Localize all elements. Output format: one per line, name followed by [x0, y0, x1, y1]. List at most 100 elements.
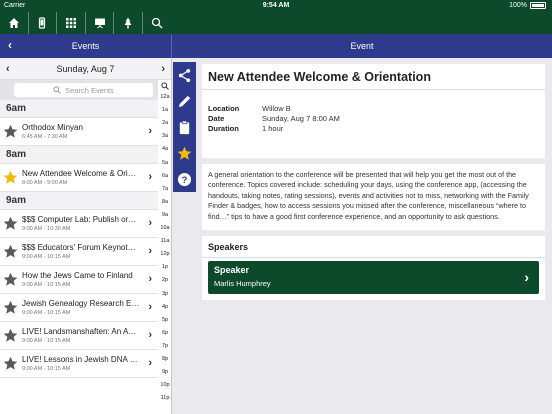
event-description: A general orientation to the conference …: [202, 164, 545, 231]
hour-index-item[interactable]: 4a: [158, 146, 171, 152]
speakers-section: Speakers Speaker Marlis Humphrey ›: [202, 236, 545, 301]
unstarred-icon[interactable]: [3, 356, 18, 371]
hour-index-item[interactable]: 4p: [158, 304, 171, 310]
duration-value: 1 hour: [262, 124, 284, 133]
speaker-name: Marlis Humphrey: [214, 279, 271, 289]
hour-index-item[interactable]: 7a: [158, 186, 171, 192]
hour-index-item[interactable]: 11p: [158, 395, 171, 401]
search-placeholder: Search Events: [65, 85, 114, 95]
search-input[interactable]: Search Events: [14, 83, 153, 97]
battery-icon: [530, 2, 546, 9]
event-header: Event: [172, 34, 552, 58]
hour-index-item[interactable]: 1a: [158, 107, 171, 113]
unstarred-icon[interactable]: [3, 300, 18, 315]
event-summary-card: New Attendee Welcome & Orientation Locat…: [202, 64, 545, 158]
section-header: 9am: [0, 192, 158, 210]
home-icon[interactable]: [0, 12, 29, 34]
event-time: 9:00 AM - 10:30 AM: [22, 226, 71, 232]
hour-index[interactable]: 12a 1a 2a 3a 4a 5a 6a 7a 8a 9a 10a 11a 12p 1p 2p 3p 4p 5p…: [158, 80, 171, 414]
event-detail: New Attendee Welcome & Orientation Locat…: [202, 64, 545, 301]
date-navigator: ‹ Sunday, Aug 7 ›: [0, 58, 171, 80]
hour-index-item[interactable]: 10p: [158, 382, 171, 388]
hour-index-item[interactable]: 3a: [158, 133, 171, 139]
event-time: 6:45 AM - 7:30 AM: [22, 134, 68, 140]
event-time: 9:00 AM - 10:15 AM: [22, 282, 71, 288]
back-chevron-icon[interactable]: ‹: [8, 34, 12, 56]
section-header: 8am: [0, 146, 158, 164]
hour-index-item[interactable]: 12p: [158, 251, 171, 257]
event-time: 9:00 AM - 10:15 AM: [22, 338, 71, 344]
star-icon[interactable]: [173, 140, 196, 166]
event-title: LIVE! Lessons in Jewish DNA –…: [22, 355, 140, 364]
section-header: 6am: [0, 100, 158, 118]
hour-index-item[interactable]: 2p: [158, 277, 171, 283]
hour-index-item[interactable]: 9p: [158, 369, 171, 375]
search-bar: Search Events: [0, 80, 171, 100]
date-label: Date: [208, 114, 225, 123]
hour-index-item[interactable]: 8a: [158, 199, 171, 205]
event-list-item[interactable]: $$$ Computer Lab: Publish or… 9:00 AM - 1…: [0, 210, 158, 238]
unstarred-icon[interactable]: [3, 124, 18, 139]
location-value: Willow B: [262, 104, 291, 113]
hour-index-item[interactable]: 12a: [158, 94, 171, 100]
phone-icon[interactable]: [29, 12, 58, 34]
hour-index-item[interactable]: 3p: [158, 291, 171, 297]
tree-icon[interactable]: [114, 12, 143, 34]
starred-icon[interactable]: [3, 170, 18, 185]
speaker-label: Speaker: [214, 265, 250, 276]
chevron-right-icon: ›: [148, 125, 152, 137]
chevron-right-icon: ›: [148, 357, 152, 369]
unstarred-icon[interactable]: [3, 244, 18, 259]
hour-index-item[interactable]: 7p: [158, 343, 171, 349]
location-label: Location: [208, 104, 240, 113]
current-date: Sunday, Aug 7: [56, 63, 115, 74]
event-list-item[interactable]: New Attendee Welcome & Orie… 8:00 AM - 9:…: [0, 164, 158, 192]
hour-index-item[interactable]: 1p: [158, 264, 171, 270]
event-title: Orthodox Minyan: [22, 123, 83, 132]
search-icon[interactable]: [143, 12, 172, 34]
index-search-icon[interactable]: [161, 82, 169, 90]
unstarred-icon[interactable]: [3, 216, 18, 231]
chevron-right-icon: ›: [148, 301, 152, 313]
help-icon[interactable]: ?: [173, 166, 196, 192]
event-list-item[interactable]: LIVE! Lessons in Jewish DNA –… 9:00 AM - …: [0, 350, 158, 378]
event-title: Jewish Genealogy Research E…: [22, 299, 140, 308]
event-list-item[interactable]: Orthodox Minyan 6:45 AM - 7:30 AM ›: [0, 118, 158, 146]
hour-index-item[interactable]: 8p: [158, 356, 171, 362]
event-list-item[interactable]: How the Jews Came to Finland 9:00 AM - 10…: [0, 266, 158, 294]
hour-index-item[interactable]: 5p: [158, 317, 171, 323]
event-list-item[interactable]: Jewish Genealogy Research E… 9:00 AM - 10…: [0, 294, 158, 322]
hour-index-item[interactable]: 6p: [158, 330, 171, 336]
next-day-icon[interactable]: ›: [161, 63, 165, 75]
location-row: Location Willow B: [208, 104, 340, 114]
duration-label: Duration: [208, 124, 239, 133]
hour-index-item[interactable]: 5a: [158, 160, 171, 166]
battery-percent: 100%: [509, 2, 527, 9]
event-list-item[interactable]: $$$ Educators' Forum Keynot… 9:00 AM - 10…: [0, 238, 158, 266]
hour-index-item[interactable]: 2a: [158, 120, 171, 126]
hour-index-item[interactable]: 6a: [158, 173, 171, 179]
svg-text:?: ?: [182, 175, 188, 185]
event-title: $$$ Computer Lab: Publish or…: [22, 215, 137, 224]
hour-index-item[interactable]: 11a: [158, 238, 171, 244]
unstarred-icon[interactable]: [3, 272, 18, 287]
event-time: 9:00 AM - 10:15 AM: [22, 366, 71, 372]
date-row: Date Sunday, Aug 7 8:00 AM: [208, 114, 340, 124]
previous-day-icon[interactable]: ‹: [6, 63, 10, 75]
event-list-item[interactable]: LIVE! Landsmanshaften: An A… 9:00 AM - 10…: [0, 322, 158, 350]
grid-icon[interactable]: [57, 12, 86, 34]
speaker-card[interactable]: Speaker Marlis Humphrey ›: [208, 261, 539, 295]
speakers-header: Speakers: [202, 236, 545, 259]
hour-index-item[interactable]: 10a: [158, 225, 171, 231]
presentation-icon[interactable]: [86, 12, 115, 34]
unstarred-icon[interactable]: [3, 328, 18, 343]
share-icon[interactable]: [173, 62, 196, 88]
status-bar: Carrier 9:54 AM 100%: [0, 0, 552, 12]
events-header: ‹ Events: [0, 34, 172, 58]
hour-index-item[interactable]: 9a: [158, 212, 171, 218]
clock: 9:54 AM: [262, 2, 290, 9]
event-title: How the Jews Came to Finland: [22, 271, 133, 280]
event-time: 9:00 AM - 10:15 AM: [22, 254, 71, 260]
pencil-icon[interactable]: [173, 88, 196, 114]
clipboard-icon[interactable]: [173, 114, 196, 140]
